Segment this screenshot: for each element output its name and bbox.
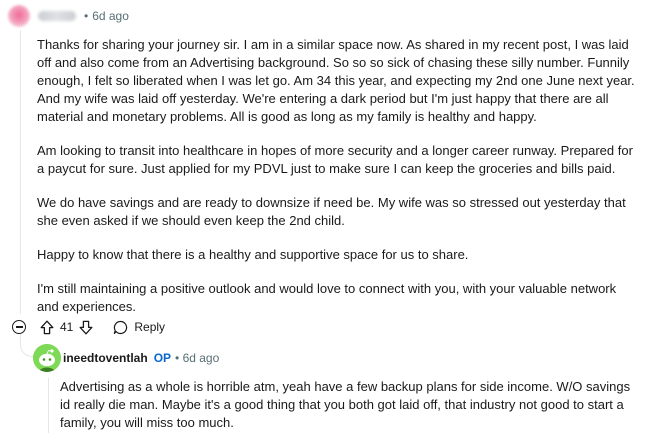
reply-age: 6d ago <box>182 351 220 365</box>
comment-paragraph: Happy to know that there is a healthy an… <box>37 247 469 262</box>
comment-actions: 41 Reply <box>12 316 165 338</box>
op-badge: OP <box>153 351 172 365</box>
reply-body: Advertising as a whole is horrible atm, … <box>60 378 640 432</box>
comment-meta: • 6d ago <box>84 9 129 23</box>
reply-paragraph: Advertising as a whole is horrible atm, … <box>60 379 631 430</box>
vote-controls: 41 <box>40 320 93 335</box>
username-redacted[interactable] <box>38 11 76 21</box>
collapse-icon[interactable] <box>12 320 26 334</box>
comment-header: • 6d ago <box>8 4 129 28</box>
downvote-icon[interactable] <box>79 320 93 335</box>
comment-thread: • 6d ago Thanks for sharing your journey … <box>0 0 649 433</box>
reply-button[interactable]: Reply <box>113 320 165 335</box>
separator-dot: • <box>84 9 89 23</box>
reply-username[interactable]: ineedtoventlah <box>63 351 148 365</box>
comment-body: Thanks for sharing your journey sir. I a… <box>37 36 641 332</box>
comment-paragraph: We do have savings and are ready to down… <box>37 195 626 228</box>
vote-count: 41 <box>60 320 74 334</box>
reply-label: Reply <box>134 320 166 334</box>
avatar[interactable] <box>8 5 30 27</box>
separator-dot: • <box>175 351 183 365</box>
reply-thread-line[interactable] <box>48 378 49 433</box>
reply-header: ineedtoventlah OP • 6d ago <box>33 344 219 372</box>
upvote-icon[interactable] <box>40 320 54 335</box>
snoo-avatar[interactable] <box>33 344 61 372</box>
reply-meta: • 6d ago <box>175 351 219 365</box>
thread-line[interactable] <box>20 30 21 314</box>
comment-paragraph: Thanks for sharing your journey sir. I a… <box>37 37 635 124</box>
reply-bubble-icon <box>114 320 128 334</box>
comment-paragraph: Am looking to transit into healthcare in… <box>37 143 633 176</box>
comment-paragraph: I'm still maintaining a positive outlook… <box>37 281 617 314</box>
comment-age: 6d ago <box>92 9 129 23</box>
